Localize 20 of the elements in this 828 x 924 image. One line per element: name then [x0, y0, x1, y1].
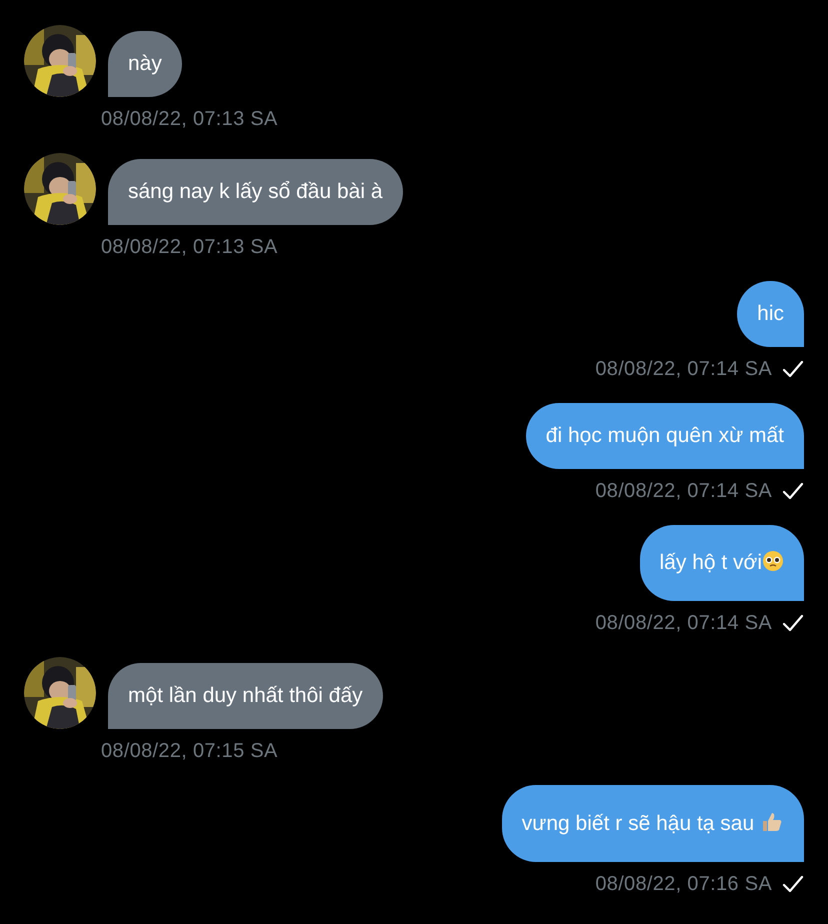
- thumbs-up-icon: [760, 810, 784, 834]
- message-bubble: hic: [737, 281, 804, 347]
- sent-check-icon: [782, 359, 804, 379]
- message-bubble: sáng nay k lấy sổ đầu bài à: [108, 159, 403, 225]
- timestamp: 08/08/22, 07:13 SA: [101, 235, 278, 259]
- message-bubble: này: [108, 31, 182, 97]
- timestamp: 08/08/22, 07:13 SA: [101, 107, 278, 131]
- timestamp: 08/08/22, 07:16 SA: [595, 872, 772, 896]
- message-bubble: lấy hộ t với: [640, 525, 804, 601]
- timestamp: 08/08/22, 07:14 SA: [595, 611, 772, 635]
- message-bubble: một lần duy nhất thôi đấy: [108, 663, 383, 729]
- sent-check-icon: [782, 613, 804, 633]
- timestamp: 08/08/22, 07:14 SA: [595, 479, 772, 503]
- sent-check-icon: [782, 874, 804, 894]
- sent-check-icon: [782, 481, 804, 501]
- pleading-face-icon: [762, 550, 784, 572]
- message-bubble: vưng biết r sẽ hậu tạ sau: [502, 785, 804, 862]
- timestamp: 08/08/22, 07:14 SA: [595, 357, 772, 381]
- timestamp: 08/08/22, 07:15 SA: [101, 739, 278, 763]
- message-bubble: đi học muộn quên xừ mất: [526, 403, 804, 469]
